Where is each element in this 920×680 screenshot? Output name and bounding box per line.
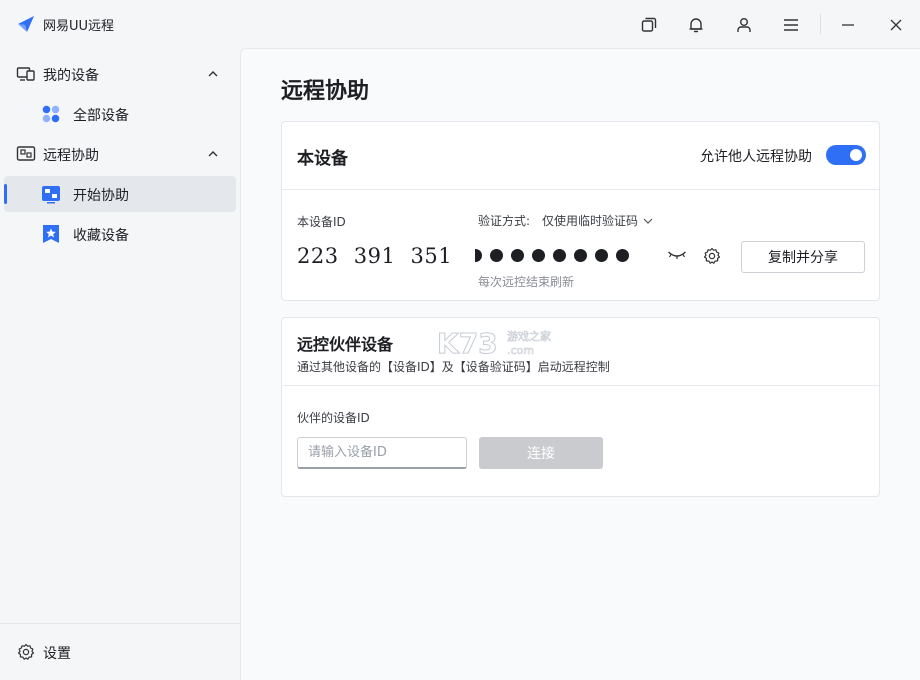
verification-code-masked (475, 247, 635, 263)
sidebar-group-remote-assist[interactable]: 远程协助 (0, 134, 240, 174)
user-icon (737, 18, 751, 32)
this-device-card: 本设备 允许他人远程协助 本设备ID 223 391 351 验证方式: 仅使用… (281, 121, 880, 301)
title-bar: 网易UU远程 (0, 0, 920, 48)
eye-closed-icon[interactable] (667, 248, 687, 262)
titlebar-divider (820, 14, 821, 34)
menu-button[interactable] (778, 12, 804, 38)
password-dot (574, 248, 587, 262)
sidebar-item-label: 收藏设备 (73, 228, 129, 244)
partner-id-label: 伙伴的设备ID (297, 411, 370, 425)
allow-remote-label: 允许他人远程协助 (700, 149, 812, 165)
app-title: 网易UU远程 (43, 19, 115, 34)
hamburger-menu-icon (784, 19, 798, 31)
refresh-hint: 每次远控结束刷新 (478, 275, 575, 289)
remote-screen-icon (16, 146, 36, 161)
this-device-header: 本设备 允许他人远程协助 (282, 122, 879, 190)
toggle-knob (850, 149, 862, 161)
sidebar-item-favorite-devices[interactable]: 收藏设备 (4, 216, 236, 252)
sidebar-divider (0, 623, 240, 624)
sidebar-group-my-devices[interactable]: 我的设备 (0, 54, 240, 94)
watermark-text: K73 (437, 327, 498, 359)
start-assist-icon (42, 186, 60, 204)
sidebar-item-label: 全部设备 (73, 108, 129, 124)
this-device-title: 本设备 (297, 149, 348, 169)
watermark-sub2: .com (507, 344, 534, 357)
sidebar-group-label: 我的设备 (43, 68, 99, 84)
page-title: 远程协助 (281, 78, 370, 104)
devices-icon (16, 67, 35, 81)
watermark-sub1: 游戏之家 (507, 329, 551, 343)
sidebar: 我的设备 全部设备 远程协助 开始协助 收藏设备 设置 (0, 48, 240, 680)
sidebar-group-label: 远程协助 (43, 148, 99, 164)
bell-icon (689, 18, 703, 33)
active-indicator (4, 184, 7, 204)
settings-button[interactable]: 设置 (0, 636, 240, 668)
partner-device-title: 远控伙伴设备 (297, 335, 394, 354)
window-switch-button[interactable] (636, 12, 662, 38)
password-dot (475, 248, 482, 262)
chevron-up-icon (208, 151, 218, 157)
password-dot (532, 248, 545, 262)
device-id-value: 223 391 351 (297, 244, 453, 268)
connect-button[interactable]: 连接 (479, 437, 603, 469)
password-dot (490, 248, 503, 262)
minimize-icon (842, 24, 854, 26)
password-dot (511, 248, 524, 262)
notifications-button[interactable] (683, 12, 709, 38)
verify-method-label: 验证方式: (478, 214, 531, 228)
password-dot (616, 248, 629, 262)
copy-and-share-button[interactable]: 复制并分享 (741, 241, 865, 273)
gear-icon (17, 643, 35, 660)
sidebar-item-all-devices[interactable]: 全部设备 (4, 96, 236, 132)
code-settings-gear-icon[interactable] (703, 247, 721, 265)
allow-remote-toggle[interactable] (826, 145, 866, 165)
partner-device-header: 远控伙伴设备 通过其他设备的【设备ID】及【设备验证码】启动远程控制 K73 游… (282, 318, 879, 386)
settings-label: 设置 (43, 646, 71, 662)
watermark-logo: K73 游戏之家 .com (437, 327, 551, 359)
app-logo-icon (18, 16, 34, 32)
password-dot (595, 248, 608, 262)
close-icon (890, 19, 902, 31)
sidebar-item-start-assist[interactable]: 开始协助 (4, 176, 236, 212)
account-button[interactable] (731, 12, 757, 38)
sidebar-item-label: 开始协助 (73, 188, 129, 204)
minimize-button[interactable] (835, 12, 861, 38)
grid-dots-icon (42, 105, 60, 123)
close-button[interactable] (883, 12, 909, 38)
window-stack-icon (641, 17, 657, 32)
device-id-label: 本设备ID (297, 215, 346, 229)
partner-device-subtitle: 通过其他设备的【设备ID】及【设备验证码】启动远程控制 (297, 360, 610, 374)
bookmark-star-icon (43, 225, 59, 243)
partner-id-input[interactable] (297, 437, 467, 469)
main-content: 远程协助 本设备 允许他人远程协助 本设备ID 223 391 351 验证方式… (240, 48, 920, 680)
partner-device-card: 远控伙伴设备 通过其他设备的【设备ID】及【设备验证码】启动远程控制 K73 游… (281, 317, 880, 497)
chevron-down-icon (643, 218, 653, 224)
password-dot (553, 248, 566, 262)
chevron-up-icon (208, 71, 218, 77)
verify-method-dropdown[interactable]: 仅使用临时验证码 (542, 212, 654, 229)
verify-method-value: 仅使用临时验证码 (542, 214, 639, 228)
